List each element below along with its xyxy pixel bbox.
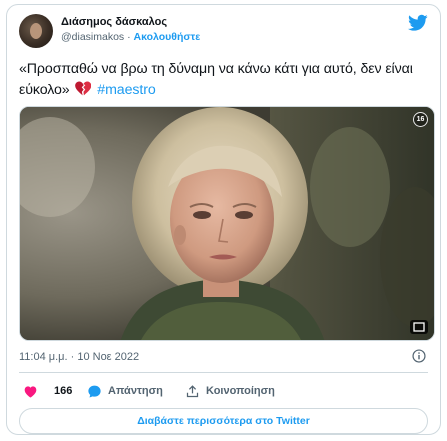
like-count: 166 — [54, 385, 73, 397]
follow-button[interactable]: Ακολουθήστε — [134, 31, 201, 43]
video-frame-image — [20, 107, 434, 340]
fullscreen-icon[interactable] — [410, 320, 428, 334]
twitter-bird-icon[interactable] — [408, 14, 428, 32]
author-subline: @diasimakos · Ακολουθήστε — [61, 31, 200, 43]
share-button[interactable]: Κοινοποίηση — [185, 381, 275, 401]
tweet-video[interactable]: 16 — [19, 106, 435, 341]
tweet-text: «Προσπαθώ να βρω τη δύναμη να κάνω κάτι … — [19, 59, 434, 101]
avatar[interactable] — [19, 14, 53, 48]
tweet-card: Διάσημος δάσκαλος @diasimakos · Ακολουθή… — [6, 4, 441, 435]
reply-label: Απάντηση — [108, 385, 163, 397]
hashtag-link[interactable]: #maestro — [97, 82, 155, 98]
reply-bubble-icon — [88, 385, 101, 397]
share-upload-icon — [186, 384, 199, 397]
author-handle[interactable]: @diasimakos — [61, 31, 124, 43]
heart-icon — [24, 385, 37, 397]
tweet-header: Διάσημος δάσκαλος @diasimakos · Ακολουθή… — [19, 14, 430, 50]
info-icon[interactable] — [412, 349, 426, 363]
like-button[interactable]: 166 — [23, 381, 72, 401]
age-rating-badge: 16 — [413, 112, 428, 127]
author-display-name[interactable]: Διάσημος δάσκαλος — [61, 16, 200, 28]
read-more-on-twitter-button[interactable]: Διαβάστε περισσότερα στο Twitter — [19, 408, 428, 434]
author-block: Διάσημος δάσκαλος @diasimakos · Ακολουθή… — [61, 16, 200, 43]
share-label: Κοινοποίηση — [206, 385, 275, 397]
divider — [19, 372, 428, 373]
broken-heart-icon — [75, 81, 92, 96]
tweet-timestamp[interactable]: 11:04 μ.μ. · 10 Νοε 2022 — [19, 351, 139, 363]
handle-separator: · — [124, 31, 134, 43]
reply-button[interactable]: Απάντηση — [87, 381, 163, 401]
